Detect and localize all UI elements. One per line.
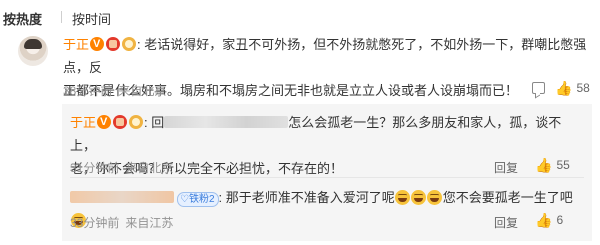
like-icon: 👍	[555, 80, 573, 96]
reply2-text-a: 那于老师准不准备入爱河了呢	[225, 190, 395, 205]
comment-meta: 38分钟前 来自北京	[63, 82, 166, 99]
reply2-like-count: 6	[556, 213, 564, 227]
like-icon: 👍	[535, 157, 553, 173]
comment-username[interactable]: 于正	[63, 37, 89, 52]
fan-level-icon	[129, 115, 144, 129]
comment-like-button[interactable]: 👍 58	[555, 81, 590, 95]
reply2-reply-button[interactable]: 回复	[494, 214, 518, 231]
reply-like-button[interactable]: 👍 55	[535, 158, 570, 172]
like-icon: 👍	[535, 212, 553, 228]
reply2-like-button[interactable]: 👍 6	[535, 213, 563, 227]
comment-reply-button[interactable]	[532, 82, 545, 94]
reply2-reply-label: 回复	[494, 216, 519, 230]
member-icon	[113, 115, 128, 129]
reply-reply-label: 回复	[494, 161, 519, 175]
reply2-location: 来自江苏	[125, 216, 174, 230]
reply-text-line1: 怎么会孤老一生？那么多朋友和家人，孤，谈不上，	[70, 115, 562, 153]
comment-like-count: 58	[576, 81, 590, 95]
fan-badge: ♡铁粉2	[177, 192, 219, 207]
comment-text-line1: 老话说得好，家丑不可外扬，但不外扬就憋死了，不如外扬一下，群嘲比憋强点，反	[63, 37, 587, 75]
member-icon	[106, 37, 121, 51]
emoji-laugh-icon	[395, 190, 411, 205]
sort-by-time-tab[interactable]: 按时间	[72, 9, 111, 28]
reply-prefix: 回	[151, 115, 165, 130]
reply-divider	[70, 177, 584, 178]
blurred-username	[164, 116, 289, 128]
reply-time: 31分钟前	[70, 161, 120, 175]
fan-level-icon	[122, 37, 137, 51]
reply-location: 来自北京	[125, 161, 174, 175]
comment-time: 38分钟前	[63, 84, 113, 98]
reply2-meta: 33分钟前 来自江苏	[70, 214, 173, 231]
emoji-laugh-icon	[411, 190, 427, 205]
sort-by-hot-tab[interactable]: 按热度	[3, 9, 42, 28]
sort-divider	[61, 11, 62, 23]
blurred-username[interactable]	[70, 191, 174, 203]
avatar[interactable]	[18, 36, 48, 66]
reply-like-count: 55	[556, 158, 570, 172]
verified-icon	[90, 37, 105, 51]
reply-reply-button[interactable]: 回复	[494, 159, 518, 176]
reply-username[interactable]: 于正	[70, 115, 96, 130]
sort-bar: 按热度 按时间	[0, 0, 600, 30]
reply2-time: 33分钟前	[70, 216, 120, 230]
comment-location: 来自北京	[118, 84, 167, 98]
reply-icon	[532, 82, 545, 94]
reply2-text-b: 您不会要孤老一生了吧	[442, 190, 573, 205]
emoji-laugh-icon	[427, 190, 443, 205]
reply-meta: 31分钟前 来自北京	[70, 159, 173, 176]
verified-icon	[97, 115, 112, 129]
fan-badge-label: 铁粉2	[188, 194, 215, 205]
